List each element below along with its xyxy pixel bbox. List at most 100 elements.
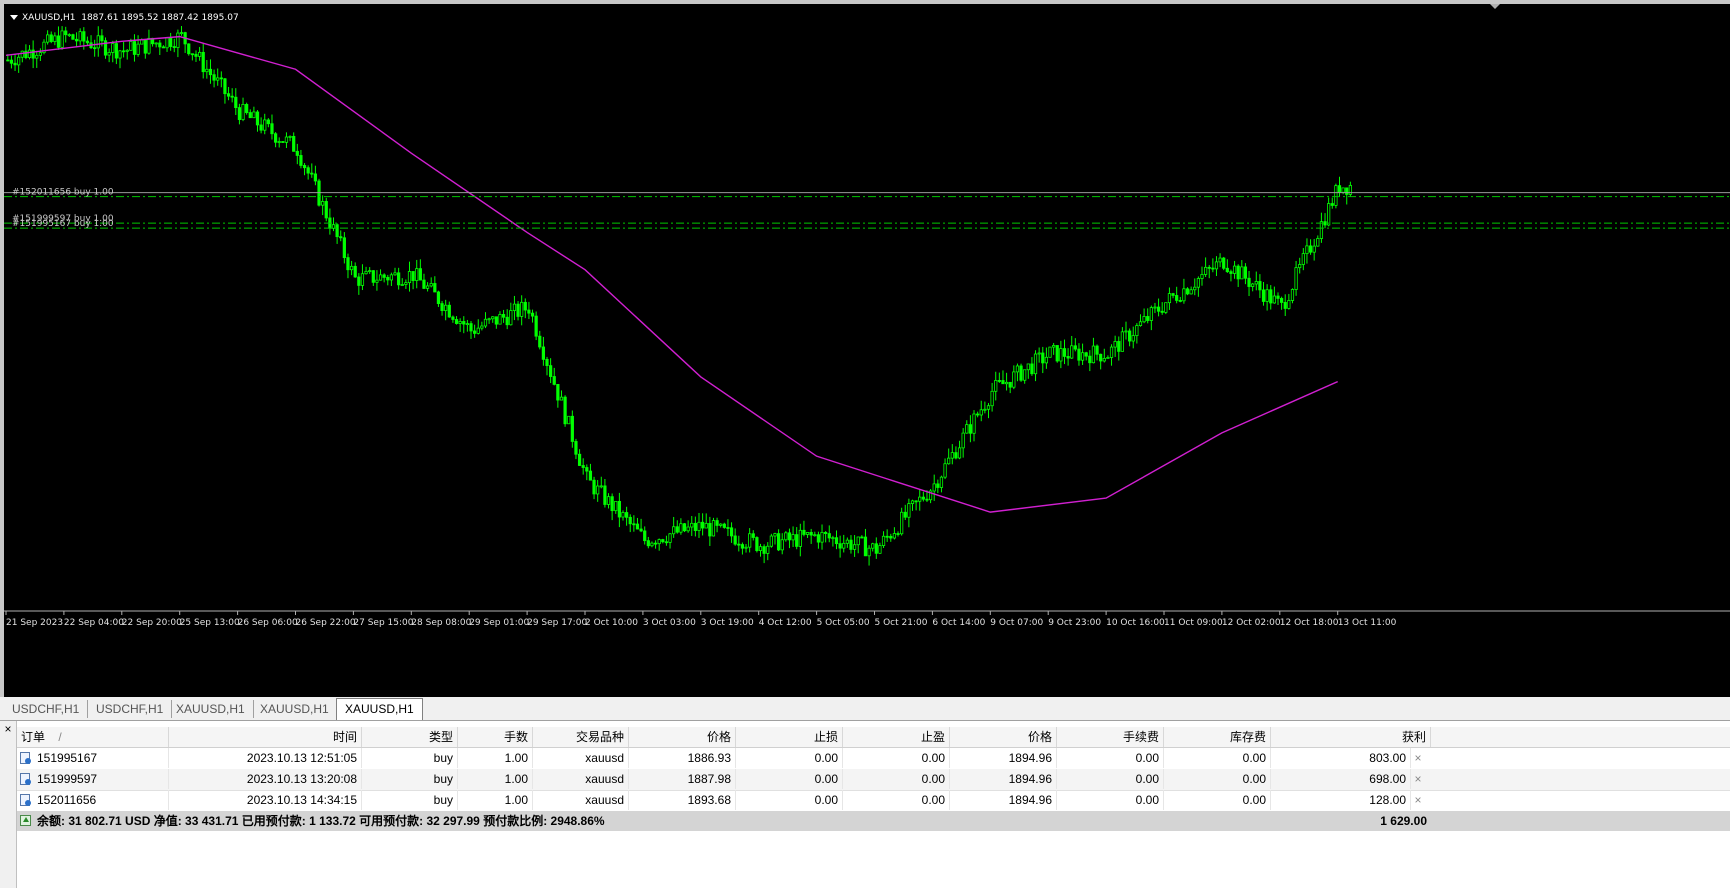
candle-body bbox=[1193, 286, 1197, 291]
candle-body bbox=[96, 35, 100, 49]
candle-body bbox=[679, 523, 683, 533]
table-row[interactable]: 152011656 2023.10.13 14:34:15 buy 1.00 xauus… bbox=[17, 790, 1730, 812]
price-chart[interactable]: #152011656 buy 1.00#151999597 buy 1.00#1… bbox=[4, 4, 1730, 697]
candle-body bbox=[1178, 300, 1182, 302]
symbol-cell: xauusd bbox=[533, 790, 629, 810]
candle-body bbox=[979, 409, 983, 416]
candle-body bbox=[816, 534, 821, 543]
order-icon bbox=[20, 773, 31, 785]
table-row[interactable]: 151999597 2023.10.13 13:20:08 buy 1.00 xauus… bbox=[17, 769, 1730, 791]
x-axis-label: 3 Oct 03:00 bbox=[643, 618, 696, 628]
candle-body bbox=[1099, 353, 1103, 362]
candle-body bbox=[498, 314, 502, 325]
candle-body bbox=[950, 452, 954, 459]
col-current-price[interactable]: 价格 bbox=[950, 727, 1057, 747]
candle-body bbox=[606, 496, 611, 505]
x-axis-label: 21 Sep 2023 bbox=[6, 618, 63, 628]
candle-body bbox=[473, 330, 477, 334]
col-lots[interactable]: 手数 bbox=[458, 727, 533, 747]
candle-body bbox=[918, 496, 922, 502]
col-type[interactable]: 类型 bbox=[362, 727, 458, 747]
candle-body bbox=[1247, 277, 1251, 287]
candle-body bbox=[252, 111, 256, 119]
candle-body bbox=[1240, 266, 1244, 280]
candle-body bbox=[418, 268, 422, 281]
candle-body bbox=[483, 318, 488, 327]
candle-body bbox=[1243, 266, 1248, 279]
candle-body bbox=[74, 38, 79, 42]
candle-body bbox=[516, 303, 520, 317]
col-swap[interactable]: 库存费 bbox=[1164, 727, 1271, 747]
symbol-info: XAUUSD,H1 1887.61 1895.52 1887.42 1895.0… bbox=[10, 13, 239, 23]
candle-body bbox=[491, 316, 495, 320]
candle-body bbox=[505, 316, 509, 326]
col-price[interactable]: 价格 bbox=[629, 727, 736, 747]
type-cell: buy bbox=[362, 748, 458, 768]
collapse-triangle-icon[interactable] bbox=[10, 15, 18, 20]
candle-body bbox=[588, 470, 593, 481]
candle-body bbox=[82, 31, 86, 42]
candle-body bbox=[661, 539, 665, 543]
candle-body bbox=[1037, 352, 1041, 355]
candle-body bbox=[400, 284, 404, 286]
x-axis-label: 2 Oct 10:00 bbox=[585, 618, 638, 628]
candle-body bbox=[1153, 306, 1157, 309]
candle-body bbox=[672, 526, 676, 535]
candle-body bbox=[1207, 266, 1211, 269]
candle-body bbox=[436, 291, 441, 304]
candle-body bbox=[986, 405, 991, 410]
candle-body bbox=[701, 521, 705, 529]
col-time[interactable]: 时间 bbox=[169, 727, 362, 747]
candle-body bbox=[266, 119, 270, 125]
candle-body bbox=[277, 141, 281, 143]
chart-tab-5[interactable]: XAUUSD,H1 bbox=[336, 698, 423, 720]
candle-body bbox=[270, 123, 274, 135]
candle-body bbox=[632, 523, 636, 526]
candle-body bbox=[197, 51, 202, 57]
candle-body bbox=[885, 535, 889, 538]
col-symbol[interactable]: 交易品种 bbox=[533, 727, 629, 747]
candle-body bbox=[722, 523, 726, 528]
swap-cell: 0.00 bbox=[1164, 790, 1271, 810]
candle-body bbox=[878, 545, 882, 554]
col-tp[interactable]: 止盈 bbox=[843, 727, 950, 747]
candle-body bbox=[248, 112, 252, 119]
candle-body bbox=[509, 310, 513, 326]
terminal-panel: × 订单 / 时间 类型 手数 交易品种 价格 止损 止盈 价格 手续费 库存费… bbox=[0, 721, 1730, 888]
chart-tab-4[interactable]: XAUUSD,H1 bbox=[252, 700, 338, 718]
chart-area[interactable]: #152011656 buy 1.00 #151999597 buy 1.00 #1… bbox=[4, 4, 1730, 697]
chart-tab-2[interactable]: USDCHF,H1 bbox=[88, 700, 173, 718]
time-cell: 2023.10.13 14:34:15 bbox=[169, 790, 362, 810]
close-order-icon[interactable]: × bbox=[1411, 790, 1425, 810]
x-axis-label: 3 Oct 19:00 bbox=[701, 618, 754, 628]
order-cell: 151999597 bbox=[33, 769, 169, 789]
chart-tab-1[interactable]: USDCHF,H1 bbox=[4, 700, 89, 718]
chart-tab-3[interactable]: XAUUSD,H1 bbox=[168, 700, 254, 718]
candle-body bbox=[1337, 185, 1342, 193]
candle-body bbox=[1124, 330, 1128, 333]
col-order[interactable]: 订单 / bbox=[17, 727, 169, 747]
candle-body bbox=[726, 527, 730, 529]
close-order-icon[interactable]: × bbox=[1411, 769, 1425, 789]
close-order-icon[interactable]: × bbox=[1411, 748, 1425, 768]
candle-body bbox=[382, 274, 386, 278]
order-label: #152011656 buy 1.00 bbox=[12, 188, 114, 198]
col-profit[interactable]: 获利 bbox=[1271, 727, 1431, 747]
candle-body bbox=[530, 312, 535, 317]
candle-body bbox=[114, 43, 118, 59]
col-sl[interactable]: 止损 bbox=[736, 727, 843, 747]
table-row[interactable]: 151995167 2023.10.13 12:51:05 buy 1.00 xauus… bbox=[17, 748, 1730, 770]
candle-body bbox=[925, 498, 929, 501]
candle-body bbox=[776, 533, 781, 551]
swap-cell: 0.00 bbox=[1164, 769, 1271, 789]
candle-body bbox=[169, 37, 173, 47]
candle-body bbox=[704, 523, 708, 529]
x-axis-label: 9 Oct 23:00 bbox=[1048, 618, 1101, 628]
moving-average-line bbox=[5, 35, 1338, 513]
terminal-close-icon[interactable]: × bbox=[2, 723, 14, 735]
order-icon bbox=[20, 794, 31, 806]
candle-body bbox=[1041, 352, 1045, 364]
x-axis-label: 22 Sep 04:00 bbox=[64, 618, 124, 628]
col-commission[interactable]: 手续费 bbox=[1057, 727, 1164, 747]
candle-body bbox=[1128, 330, 1132, 342]
